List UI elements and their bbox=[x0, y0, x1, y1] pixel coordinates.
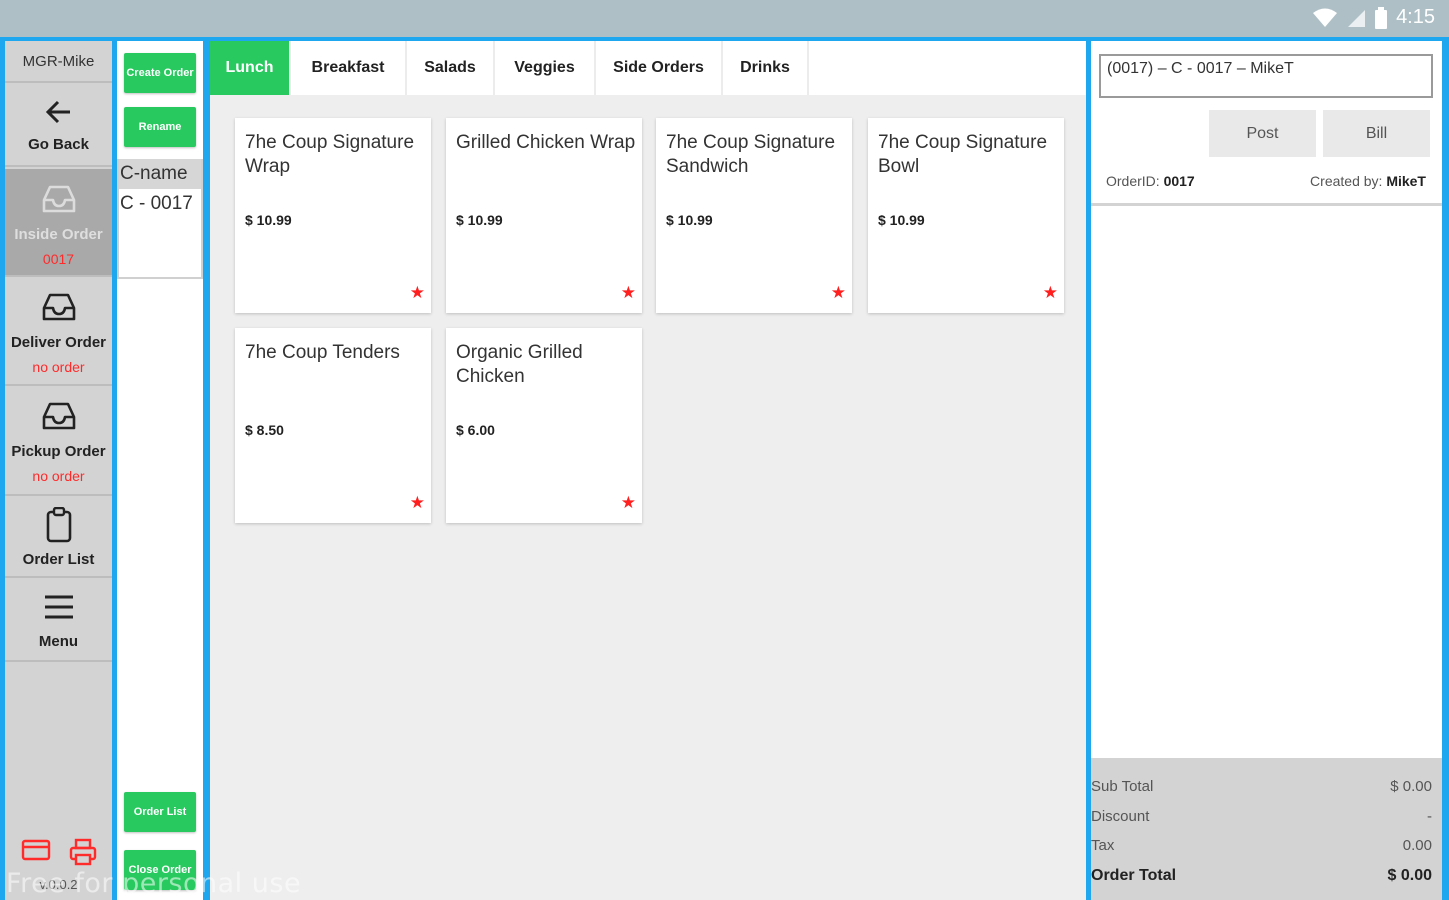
nav-label: Pickup Order bbox=[11, 443, 106, 460]
order-id-value: 0017 bbox=[1163, 173, 1195, 189]
order-list-button[interactable]: Order List bbox=[124, 792, 196, 832]
created-by: Created by: MikeT bbox=[1310, 173, 1426, 189]
battery-icon bbox=[1375, 6, 1388, 29]
card-icon[interactable] bbox=[21, 838, 51, 862]
order-total-label: Order Total bbox=[1091, 867, 1177, 884]
create-order-button[interactable]: Create Order bbox=[124, 53, 196, 93]
nav-label: Deliver Order bbox=[10, 334, 107, 351]
arrow-left-icon bbox=[45, 100, 70, 124]
left-nav: MGR-Mike Go Back Inside Order 0017 Deliv… bbox=[5, 41, 112, 900]
tab-lunch[interactable]: Lunch bbox=[210, 41, 291, 95]
tab-veggies[interactable]: Veggies bbox=[495, 41, 596, 95]
menu-item-card[interactable]: 7he Coup Signature Wrap $ 10.99 ★ bbox=[235, 118, 431, 313]
nav-label: Menu bbox=[38, 633, 79, 650]
item-name: Grilled Chicken Wrap bbox=[456, 132, 636, 153]
rename-button[interactable]: Rename bbox=[124, 107, 196, 147]
star-icon: ★ bbox=[830, 283, 846, 302]
post-button[interactable]: Post bbox=[1209, 110, 1316, 157]
subtotal-label: Sub Total bbox=[1091, 778, 1154, 795]
order-title-field[interactable]: (0017) – C - 0017 – MikeT bbox=[1099, 54, 1433, 98]
tab-drinks[interactable]: Drinks bbox=[723, 41, 809, 95]
menu-item-card[interactable]: 7he Coup Tenders $ 8.50 ★ bbox=[235, 328, 431, 523]
tax-label: Tax bbox=[1091, 837, 1115, 854]
nav-label: Inside Order bbox=[14, 226, 103, 243]
status-bar: 4:15 bbox=[0, 0, 1449, 37]
nav-sub: no order bbox=[32, 359, 85, 375]
status-icons: 4:15 bbox=[1312, 6, 1435, 29]
nav-menu[interactable]: Menu bbox=[5, 580, 112, 662]
tax-row: Tax 0.00 bbox=[1091, 837, 1432, 854]
created-by-label: Created by: bbox=[1310, 173, 1383, 189]
order-total-row: Order Total $ 0.00 bbox=[1091, 867, 1432, 885]
nav-sub: no order bbox=[32, 468, 85, 484]
ticket-value: C - 0017 bbox=[120, 193, 193, 214]
discount-value: - bbox=[1427, 808, 1432, 825]
menu-item-card[interactable]: 7he Coup Signature Sandwich $ 10.99 ★ bbox=[656, 118, 852, 313]
menu-item-card[interactable]: Organic Grilled Chicken $ 6.00 ★ bbox=[446, 328, 642, 523]
nav-bottom-actions bbox=[5, 838, 112, 866]
star-icon: ★ bbox=[409, 493, 425, 512]
nav-inside-order[interactable]: Inside Order 0017 bbox=[5, 169, 112, 277]
item-price: $ 10.99 bbox=[666, 212, 713, 228]
order-id: OrderID: 0017 bbox=[1106, 173, 1195, 189]
item-price: $ 10.99 bbox=[878, 212, 925, 228]
nav-deliver-order[interactable]: Deliver Order no order bbox=[5, 279, 112, 386]
printer-icon[interactable] bbox=[69, 838, 97, 866]
bill-button[interactable]: Bill bbox=[1323, 110, 1430, 157]
wifi-icon bbox=[1313, 8, 1338, 27]
clipboard-icon bbox=[46, 507, 71, 543]
inbox-icon bbox=[42, 185, 75, 213]
nav-go-back[interactable]: Go Back bbox=[5, 85, 112, 167]
item-name: Organic Grilled Chicken bbox=[456, 342, 583, 387]
nav-label: Go Back bbox=[28, 136, 89, 153]
watermark: Free for personal use bbox=[6, 868, 302, 899]
nav-order-list[interactable]: Order List bbox=[5, 498, 112, 578]
order-panel: (0017) – C - 0017 – MikeT Post Bill Orde… bbox=[1091, 41, 1442, 900]
created-by-value: MikeT bbox=[1386, 173, 1426, 189]
nav-pickup-order[interactable]: Pickup Order no order bbox=[5, 388, 112, 496]
subtotal-value: $ 0.00 bbox=[1390, 778, 1432, 795]
orders-column: Create Order Rename C-name C - 0017 Orde… bbox=[117, 41, 203, 900]
nav-label: Order List bbox=[22, 551, 95, 568]
menu-icon bbox=[44, 595, 73, 619]
inbox-icon bbox=[42, 402, 75, 430]
item-price: $ 10.99 bbox=[245, 212, 292, 228]
item-price: $ 6.00 bbox=[456, 422, 495, 438]
star-icon: ★ bbox=[409, 283, 425, 302]
menu-item-card[interactable]: 7he Coup Signature Bowl $ 10.99 ★ bbox=[868, 118, 1064, 313]
tab-salads[interactable]: Salads bbox=[407, 41, 495, 95]
star-icon: ★ bbox=[1042, 283, 1058, 302]
order-ticket[interactable]: C-name C - 0017 bbox=[117, 159, 203, 279]
item-name: 7he Coup Signature Wrap bbox=[245, 132, 415, 177]
clock: 4:15 bbox=[1396, 6, 1435, 28]
nav-sub: 0017 bbox=[42, 251, 75, 267]
menu-item-card[interactable]: Grilled Chicken Wrap $ 10.99 ★ bbox=[446, 118, 642, 313]
order-totals: Sub Total $ 0.00 Discount - Tax 0.00 Ord… bbox=[1091, 758, 1442, 900]
user-name: MGR-Mike bbox=[5, 41, 112, 83]
signal-icon bbox=[1348, 9, 1366, 27]
star-icon: ★ bbox=[620, 283, 636, 302]
category-tabs: Lunch Breakfast Salads Veggies Side Orde… bbox=[210, 41, 1086, 95]
item-name: 7he Coup Signature Sandwich bbox=[666, 132, 836, 177]
order-total-value: $ 0.00 bbox=[1387, 867, 1432, 884]
discount-label: Discount bbox=[1091, 808, 1150, 825]
subtotal-row: Sub Total $ 0.00 bbox=[1091, 778, 1432, 795]
order-id-label: OrderID: bbox=[1106, 173, 1160, 189]
menu-area: Lunch Breakfast Salads Veggies Side Orde… bbox=[210, 41, 1086, 900]
app-frame: MGR-Mike Go Back Inside Order 0017 Deliv… bbox=[0, 37, 1449, 900]
item-price: $ 10.99 bbox=[456, 212, 503, 228]
star-icon: ★ bbox=[620, 493, 636, 512]
item-name: 7he Coup Signature Bowl bbox=[878, 132, 1048, 177]
tax-value: 0.00 bbox=[1402, 837, 1432, 854]
ticket-header: C-name bbox=[119, 159, 201, 189]
tab-breakfast[interactable]: Breakfast bbox=[291, 41, 407, 95]
discount-row: Discount - bbox=[1091, 808, 1432, 825]
item-price: $ 8.50 bbox=[245, 422, 284, 438]
inbox-icon bbox=[42, 293, 75, 321]
tab-side-orders[interactable]: Side Orders bbox=[596, 41, 723, 95]
item-name: 7he Coup Tenders bbox=[245, 342, 400, 363]
divider bbox=[1091, 203, 1442, 206]
